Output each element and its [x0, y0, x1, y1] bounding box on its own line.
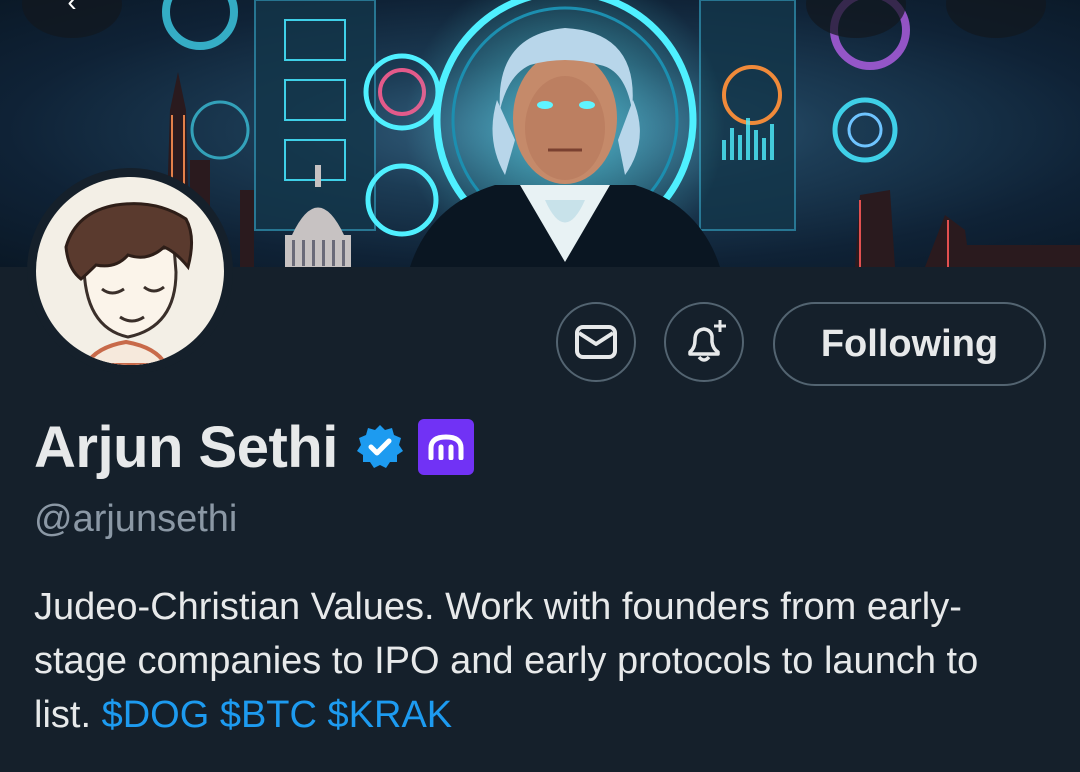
verified-badge-icon[interactable] — [356, 423, 404, 471]
avatar-illustration — [64, 202, 193, 365]
notifications-button[interactable] — [664, 302, 744, 382]
following-button-label: Following — [820, 322, 999, 365]
profile-handle: @arjunsethi — [34, 498, 238, 540]
display-name: Arjun Sethi — [34, 414, 338, 480]
profile-name-row: Arjun Sethi — [34, 414, 474, 480]
mail-icon — [575, 325, 617, 359]
bell-plus-icon — [688, 320, 726, 362]
cashtag-link[interactable]: $BTC — [220, 694, 317, 736]
kraken-logo-icon — [428, 434, 464, 460]
affiliation-badge[interactable] — [417, 419, 474, 475]
profile-bio: Judeo-Christian Values. Work with founde… — [34, 580, 1044, 742]
following-button[interactable]: Following — [773, 302, 1046, 386]
avatar-image — [36, 177, 224, 365]
cashtag-link[interactable]: $KRAK — [328, 694, 453, 736]
profile-avatar[interactable] — [27, 168, 233, 374]
back-arrow-icon: ‹ — [67, 0, 77, 17]
message-button[interactable] — [556, 302, 636, 382]
cashtag-link[interactable]: $DOG — [102, 694, 210, 736]
